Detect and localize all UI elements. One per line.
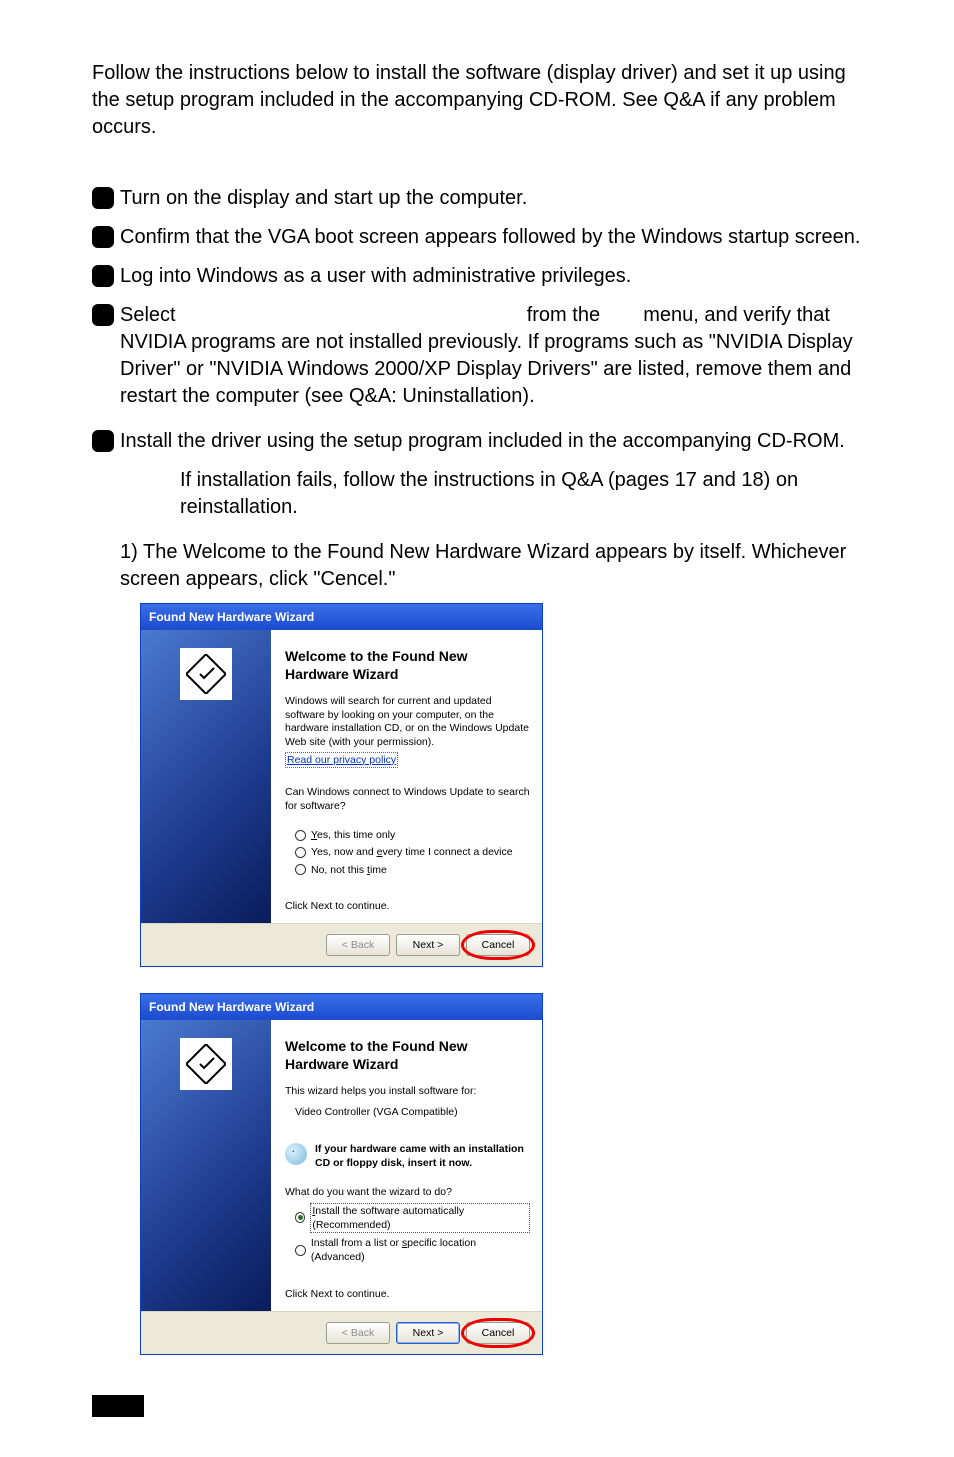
radio-no[interactable]: No, not this time [295, 863, 530, 877]
radio-yes-always[interactable]: Yes, now and every time I connect a devi… [295, 845, 530, 859]
step-marker-icon [92, 226, 114, 248]
step-1: Turn on the display and start up the com… [92, 185, 874, 212]
step-4-rest: NVIDIA programs are not installed previo… [120, 331, 853, 407]
step-2: Confirm that the VGA boot screen appears… [92, 224, 874, 251]
dialog-title: Found New Hardware Wizard [141, 994, 542, 1020]
radio-yes-once-label: es, this time only [317, 829, 395, 841]
radio-advanced-install[interactable]: Install from a list or specific location… [295, 1236, 530, 1264]
radio-icon [295, 847, 306, 858]
step-5-1: 1) The Welcome to the Found New Hardware… [92, 539, 874, 593]
step-5-1-text: 1) The Welcome to the Found New Hardware… [120, 541, 846, 590]
hardware-icon [180, 1038, 232, 1090]
next-button[interactable]: Next > [396, 934, 460, 956]
step-marker-icon [92, 265, 114, 287]
cancel-button[interactable]: Cancel [466, 934, 530, 956]
radio-icon [295, 1245, 306, 1256]
dialog-footer: < Back Next > Cancel [141, 923, 542, 966]
device-name: Video Controller (VGA Compatible) [295, 1105, 530, 1119]
step-4-text-c: menu, and verify that [643, 304, 830, 326]
dialog-continue-text: Click Next to continue. [285, 899, 530, 913]
dialog-body-text: Windows will search for current and upda… [285, 695, 530, 750]
step-3-text: Log into Windows as a user with administ… [120, 265, 631, 287]
dialog-heading: Welcome to the Found New Hardware Wizard [285, 1038, 530, 1073]
dialog-heading: Welcome to the Found New Hardware Wizard [285, 648, 530, 683]
back-button: < Back [326, 1322, 390, 1344]
dialog-question: What do you want the wizard to do? [285, 1186, 530, 1200]
wizard-dialog-2: Found New Hardware Wizard Welcome to the… [140, 993, 543, 1355]
wizard-dialog-1: Found New Hardware Wizard Welcome to the… [140, 603, 543, 967]
step-3: Log into Windows as a user with administ… [92, 263, 874, 290]
dialog-side-graphic [141, 1020, 271, 1311]
step-5-sub: If installation fails, follow the instru… [92, 467, 874, 521]
dialog-question: Can Windows connect to Windows Update to… [285, 786, 530, 813]
step-4-text-a: Select [120, 304, 176, 326]
radio-icon [295, 830, 306, 841]
privacy-policy-link[interactable]: Read our privacy policy [285, 752, 398, 768]
cd-tip-icon [285, 1143, 307, 1165]
dialog-title: Found New Hardware Wizard [141, 604, 542, 630]
step-marker-icon [92, 187, 114, 209]
insert-cd-tip: If your hardware came with an installati… [285, 1143, 530, 1170]
step-4: Select from the menu, and verify that NV… [92, 302, 874, 410]
step-4-text-b: from the [527, 304, 600, 326]
dialog-continue-text: Click Next to continue. [285, 1287, 530, 1301]
dialog-footer: < Back Next > Cancel [141, 1311, 542, 1354]
step-5-text: Install the driver using the setup progr… [120, 430, 845, 452]
step-5-sub-text: If installation fails, follow the instru… [180, 469, 798, 518]
radio-yes-once[interactable]: Yes, this time only [295, 828, 530, 842]
step-2-text: Confirm that the VGA boot screen appears… [120, 226, 860, 248]
step-5: Install the driver using the setup progr… [92, 428, 874, 455]
step-1-text: Turn on the display and start up the com… [120, 187, 527, 209]
cancel-button[interactable]: Cancel [466, 1322, 530, 1344]
step-marker-icon [92, 430, 114, 452]
dialog-side-graphic [141, 630, 271, 923]
dialog-intro-text: This wizard helps you install software f… [285, 1085, 530, 1099]
hardware-icon [180, 648, 232, 700]
back-button: < Back [326, 934, 390, 956]
page-footer-block [92, 1395, 144, 1417]
radio-icon [295, 864, 306, 875]
step-marker-icon [92, 304, 114, 326]
intro-text: Follow the instructions below to install… [92, 60, 874, 141]
next-button[interactable]: Next > [396, 1322, 460, 1344]
radio-icon [295, 1212, 305, 1223]
insert-cd-tip-text: If your hardware came with an installati… [315, 1143, 530, 1170]
radio-auto-install[interactable]: Install the software automatically (Reco… [295, 1203, 530, 1233]
